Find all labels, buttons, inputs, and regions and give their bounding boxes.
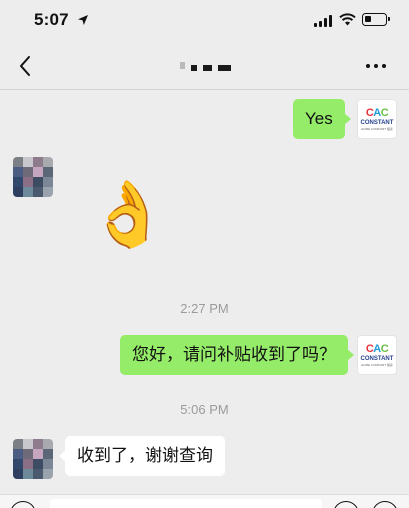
my-avatar[interactable]: CAC CONSTANT HOME COMFORT 恒泰 [357,99,397,139]
wifi-icon [339,13,356,26]
brand-sub: HOME COMFORT 恒泰 [361,362,393,367]
ok-hand-sticker[interactable]: 👌 [88,176,168,256]
timestamp: 5:06 PM [180,402,229,417]
message-outgoing[interactable]: 您好，请问补贴收到了吗？ [120,335,354,375]
contact-avatar[interactable] [13,439,53,479]
message-outgoing[interactable]: Yes [293,99,351,139]
brand-name: CONSTANT [360,355,394,362]
battery-icon [362,13,390,26]
location-arrow-icon [78,15,88,25]
emoji-icon[interactable] [333,501,359,508]
ok-hand-emoji: 👌 [88,178,168,252]
ellipsis-icon[interactable] [366,64,388,70]
brand-name: CONSTANT [360,119,394,126]
message-incoming[interactable]: 收到了，谢谢查询 [59,436,225,476]
chevron-left-icon[interactable] [16,54,36,78]
timestamp: 2:27 PM [180,301,229,316]
message-input[interactable] [50,499,322,508]
contact-avatar[interactable] [13,157,53,197]
brand-logo: CAC [365,342,389,355]
brand-sub: HOME COMFORT 恒泰 [361,126,393,131]
status-bar: 5:07 [0,0,409,44]
plus-icon[interactable] [372,501,398,508]
brand-logo: CAC [365,106,389,119]
chat-header [0,44,409,90]
message-text: 您好，请问补贴收到了吗？ [132,345,336,364]
status-time: 5:07 [34,10,69,29]
voice-icon[interactable] [10,501,36,508]
message-text: Yes [305,109,333,128]
chat-title-redacted [180,58,260,78]
my-avatar[interactable]: CAC CONSTANT HOME COMFORT 恒泰 [357,335,397,375]
cellular-signal-icon [314,15,332,27]
message-text: 收到了，谢谢查询 [77,446,213,465]
message-input-bar [0,494,409,508]
